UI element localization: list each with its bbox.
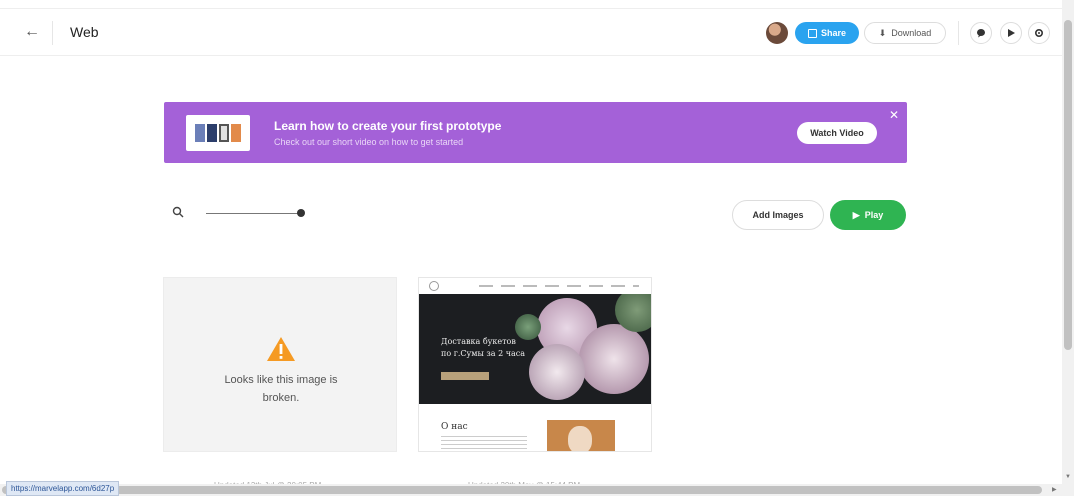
- play-icon: [1008, 29, 1015, 37]
- horizontal-scrollbar[interactable]: ▶: [0, 484, 1062, 496]
- preview-button[interactable]: [1000, 22, 1022, 44]
- scrollbar-corner: [1062, 484, 1074, 496]
- hero-line-2: по г.Сумы за 2 часа: [441, 349, 526, 358]
- watch-video-button[interactable]: Watch Video: [797, 122, 877, 144]
- comment-icon: [977, 29, 985, 38]
- scroll-down-icon[interactable]: ▼: [1065, 474, 1071, 480]
- download-label: Download: [891, 28, 932, 38]
- play-icon: ▶: [852, 209, 860, 220]
- flower-shape: [579, 324, 649, 394]
- add-images-button[interactable]: Add Images: [732, 200, 824, 230]
- page-title: Web: [70, 24, 99, 40]
- prototype-tutorial-banner: Learn how to create your first prototype…: [164, 102, 907, 163]
- download-icon: ⬇: [878, 27, 887, 38]
- banner-subheading: Check out our short video on how to get …: [274, 137, 464, 147]
- thumbnail-cta: [441, 372, 489, 380]
- play-button[interactable]: ▶ Play: [830, 200, 906, 230]
- about-text-lines: [441, 436, 527, 451]
- thumbnail-menu: [479, 285, 639, 287]
- back-arrow-icon[interactable]: ←: [22, 23, 42, 41]
- broken-image-message: Looks like this image is broken.: [164, 371, 398, 407]
- zoom-slider-handle[interactable]: [297, 209, 305, 217]
- divider: [52, 21, 53, 45]
- play-label: Play: [864, 210, 884, 220]
- vertical-scrollbar[interactable]: ▼: [1062, 0, 1074, 496]
- settings-button[interactable]: [1028, 22, 1050, 44]
- flower-shape: [529, 344, 585, 400]
- thumbnail-about: О нас: [419, 404, 651, 451]
- divider: [958, 21, 959, 45]
- scroll-right-icon[interactable]: ▶: [1052, 486, 1057, 493]
- screen-card-flowers[interactable]: Доставка букетов по г.Сумы за 2 часа О н…: [418, 277, 652, 452]
- share-icon: [807, 28, 817, 38]
- vertical-scrollbar-thumb[interactable]: [1064, 20, 1072, 350]
- avatar[interactable]: [766, 22, 788, 44]
- video-thumbnail[interactable]: [186, 115, 250, 151]
- zoom-slider-track[interactable]: [206, 213, 302, 214]
- thumbnail-hero-text: Доставка букетов по г.Сумы за 2 часа: [441, 336, 531, 360]
- horizontal-scrollbar-thumb[interactable]: [2, 486, 1042, 494]
- warning-icon: [267, 337, 295, 361]
- top-bar: ← Web Share ⬇ Download: [0, 8, 1062, 56]
- screen-card-broken[interactable]: Looks like this image is broken.: [163, 277, 397, 452]
- broken-line-1: Looks like this image is: [224, 374, 338, 386]
- thumbnail-hero: Доставка букетов по г.Сумы за 2 часа: [419, 294, 651, 404]
- about-heading: О нас: [441, 422, 468, 432]
- status-url: https://marvelapp.com/6d27p: [6, 481, 120, 496]
- download-button[interactable]: ⬇ Download: [864, 22, 946, 44]
- thumbnail-nav: [419, 278, 651, 294]
- broken-line-2: broken.: [262, 392, 300, 404]
- search-icon: [172, 206, 184, 218]
- about-photo-face: [568, 426, 592, 451]
- share-button[interactable]: Share: [795, 22, 859, 44]
- thumbnail-logo: [429, 281, 439, 291]
- banner-heading: Learn how to create your first prototype: [274, 119, 502, 133]
- close-icon[interactable]: ✕: [889, 108, 899, 122]
- gear-icon: [1034, 28, 1044, 38]
- share-label: Share: [820, 28, 846, 38]
- comment-button[interactable]: [970, 22, 992, 44]
- hero-line-1: Доставка букетов: [441, 337, 516, 346]
